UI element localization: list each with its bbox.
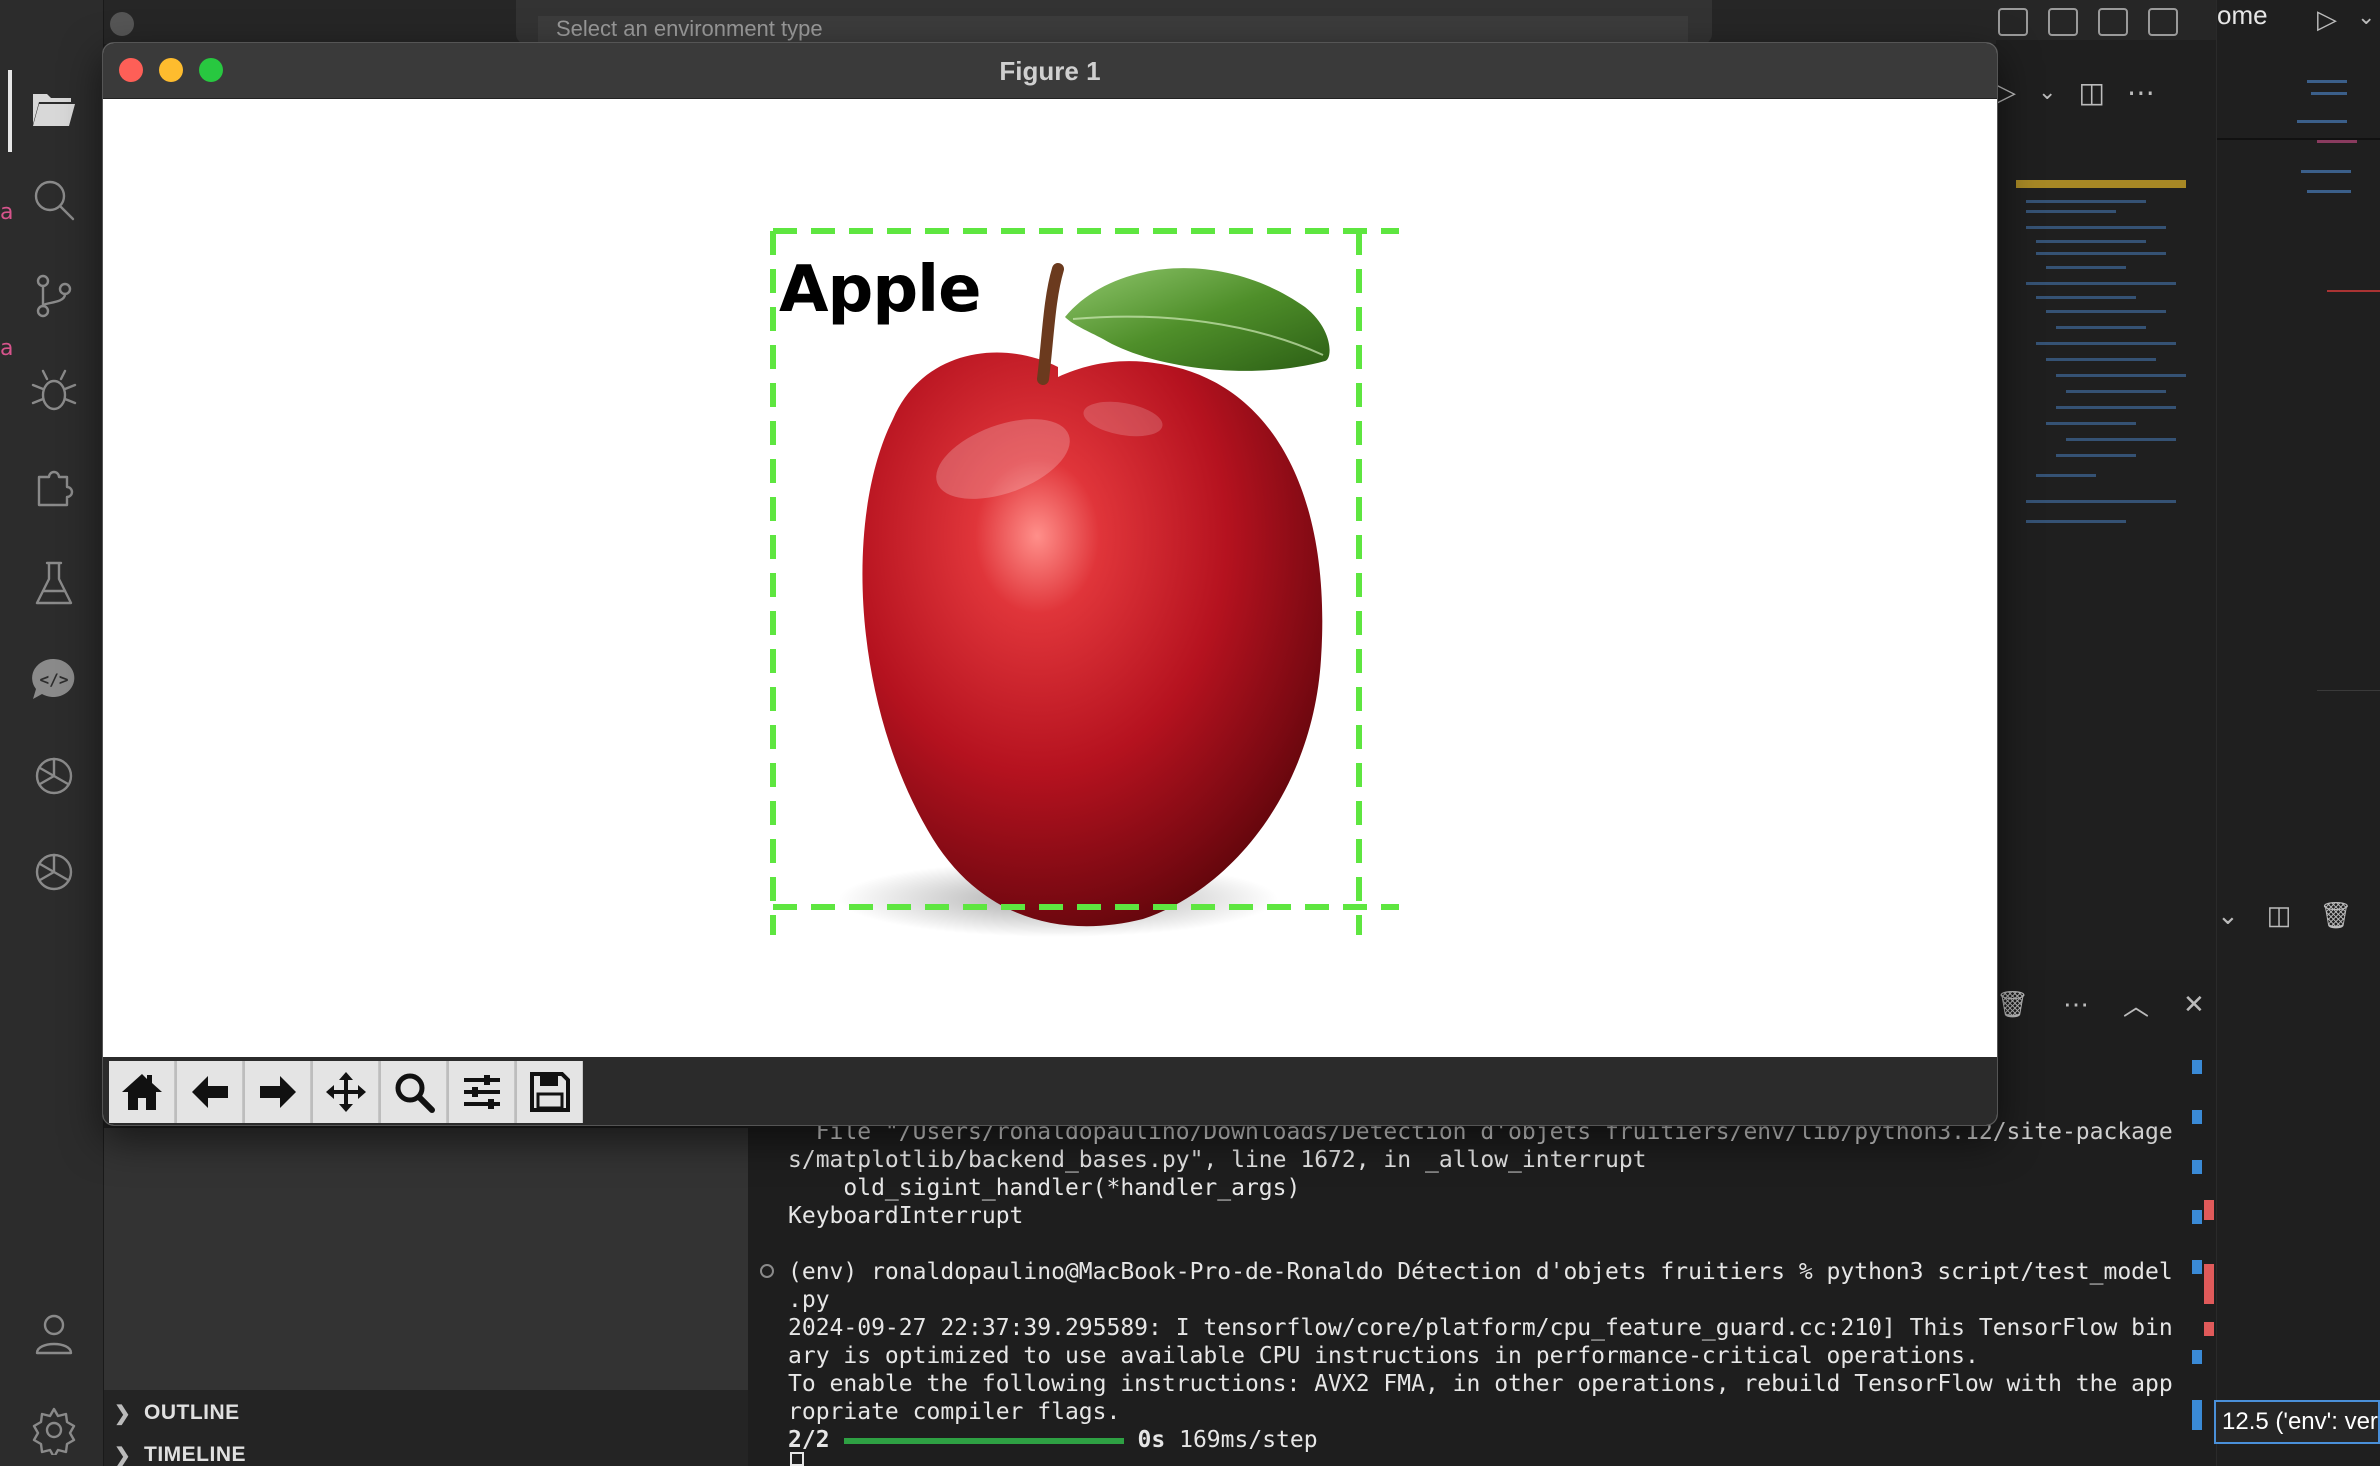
openai-icon[interactable]	[26, 748, 82, 804]
chevron-down-icon[interactable]: ⌄	[2038, 79, 2056, 105]
trash-icon[interactable]: 🗑	[2319, 900, 2352, 931]
navigation-toolbar	[103, 1057, 1997, 1125]
secondary-editor-area: ome ▷ ⌄ ⌄ ◫ 🗑	[2216, 0, 2380, 1466]
maximize-panel-icon[interactable]: ︿	[2123, 986, 2149, 1023]
activity-bar: </>	[0, 0, 104, 1466]
search-icon[interactable]	[26, 172, 82, 228]
minimap-right	[2237, 60, 2357, 260]
terminal-line: ary is optimized to use available CPU in…	[788, 1343, 1979, 1369]
chevron-right-icon: ❯	[114, 1402, 132, 1425]
openai-icon[interactable]	[26, 844, 82, 900]
toggle-secondary-sidebar-icon[interactable]	[2098, 8, 2128, 36]
active-indicator	[8, 70, 12, 152]
chat-icon[interactable]: </>	[26, 652, 82, 708]
home-button[interactable]	[109, 1061, 175, 1123]
command-center[interactable]: Select an environment type	[516, 0, 1712, 44]
figure-canvas[interactable]: Apple	[103, 99, 1997, 1057]
configure-subplots-button[interactable]	[449, 1061, 515, 1123]
chevron-down-icon[interactable]: ⌄	[2357, 4, 2375, 30]
progress-time: 0s	[1137, 1427, 1166, 1453]
pan-icon	[325, 1072, 366, 1112]
window-zoom-button[interactable]	[110, 12, 134, 36]
back-arrow-icon	[191, 1076, 228, 1108]
detection-label: Apple	[779, 253, 981, 327]
terminal-line: old_sigint_handler(*handler_args)	[788, 1175, 1301, 1201]
panel-actions: 🗑 ⋯ ︿ ✕	[1996, 984, 2205, 1024]
testing-icon[interactable]	[26, 556, 82, 612]
timeline-label: TIMELINE	[144, 1443, 246, 1466]
trash-icon[interactable]: 🗑	[1996, 989, 2029, 1020]
terminal-scrollbar[interactable]	[2188, 1060, 2216, 1466]
explorer-icon[interactable]	[26, 80, 82, 136]
progress-rate: 169ms/step	[1179, 1427, 1318, 1453]
terminal-line: (env) ronaldopaulino@MacBook-Pro-de-Rona…	[788, 1259, 2173, 1285]
forward-arrow-icon	[259, 1076, 296, 1108]
figure-title: Figure 1	[999, 56, 1101, 86]
progress-bar	[843, 1437, 1124, 1444]
progress-step: 2/2	[788, 1427, 830, 1453]
panel-action-group: ⌄ ◫ 🗑	[2217, 900, 2352, 931]
progress-line: 2/2 0s 169ms/step	[788, 1426, 1318, 1454]
clipped-tab-title: ome	[2217, 0, 2268, 30]
terminal-line: KeyboardInterrupt	[788, 1203, 1024, 1229]
command-center-input[interactable]: Select an environment type	[538, 16, 1688, 44]
terminal-line: s/matplotlib/backend_bases.py", line 167…	[788, 1147, 1647, 1173]
figure-window[interactable]: Figure 1 Apple	[102, 42, 1998, 1126]
terminal-line: ropriate compiler flags.	[788, 1399, 1121, 1425]
run-icon[interactable]: ▷	[2317, 4, 2337, 35]
editor-actions: ▷ ⌄ ◫ ⋯	[1996, 70, 2155, 114]
chevron-down-icon[interactable]: ⌄	[2217, 900, 2239, 931]
run-icon[interactable]: ▷	[1996, 77, 2016, 108]
divider	[2317, 690, 2380, 691]
more-actions-icon[interactable]: ⋯	[2063, 989, 2089, 1020]
gear-icon[interactable]	[26, 1402, 82, 1458]
plot-area	[770, 228, 1399, 937]
layout-controls	[1998, 8, 2178, 36]
command-decoration-icon[interactable]	[760, 1264, 774, 1278]
customize-layout-icon[interactable]	[2148, 8, 2178, 36]
zoom-icon	[395, 1073, 435, 1113]
scm-decoration: a	[0, 200, 14, 225]
title-bar: Select an environment type	[0, 0, 2216, 44]
timeline-section[interactable]: ❯ TIMELINE	[114, 1438, 246, 1466]
close-panel-icon[interactable]: ✕	[2183, 989, 2205, 1020]
source-control-icon[interactable]	[26, 268, 82, 324]
python-interpreter-status[interactable]: 12.5 ('env': ver	[2214, 1400, 2380, 1444]
figure-titlebar[interactable]: Figure 1	[103, 43, 1997, 99]
forward-button[interactable]	[245, 1061, 311, 1123]
terminal-cursor	[790, 1452, 804, 1466]
toolbar-buttons	[109, 1061, 583, 1123]
extensions-icon[interactable]	[26, 460, 82, 516]
explorer-content	[104, 1128, 748, 1390]
back-button[interactable]	[177, 1061, 243, 1123]
scm-decoration: a	[0, 336, 14, 361]
pan-button[interactable]	[313, 1061, 379, 1123]
save-icon	[529, 1072, 570, 1112]
terminal-line: 2024-09-27 22:37:39.295589: I tensorflow…	[788, 1315, 2173, 1341]
split-icon[interactable]: ◫	[2267, 900, 2292, 931]
minimap[interactable]	[2016, 170, 2196, 570]
run-and-debug-icon[interactable]	[26, 364, 82, 420]
terminal-line: To enable the following instructions: AV…	[788, 1371, 2173, 1397]
configure-subplots-icon	[463, 1075, 500, 1109]
svg-text:</>: </>	[40, 670, 69, 689]
toggle-primary-sidebar-icon[interactable]	[1998, 8, 2028, 36]
toggle-panel-icon[interactable]	[2048, 8, 2078, 36]
outline-label: OUTLINE	[144, 1401, 240, 1424]
scroll-marker	[2327, 290, 2380, 292]
terminal-line: .py	[788, 1287, 830, 1313]
save-button[interactable]	[517, 1061, 583, 1123]
apple-image	[838, 263, 1330, 937]
more-actions-icon[interactable]: ⋯	[2127, 76, 2155, 109]
terminal[interactable]: File "/Users/ronaldopaulino/Downloads/Dé…	[748, 1100, 2186, 1466]
home-icon	[121, 1074, 162, 1110]
account-icon[interactable]	[26, 1306, 82, 1362]
split-editor-icon[interactable]: ◫	[2078, 76, 2104, 109]
zoom-button[interactable]	[381, 1061, 447, 1123]
outline-section[interactable]: ❯ OUTLINE	[114, 1396, 240, 1430]
chevron-right-icon: ❯	[114, 1444, 132, 1466]
